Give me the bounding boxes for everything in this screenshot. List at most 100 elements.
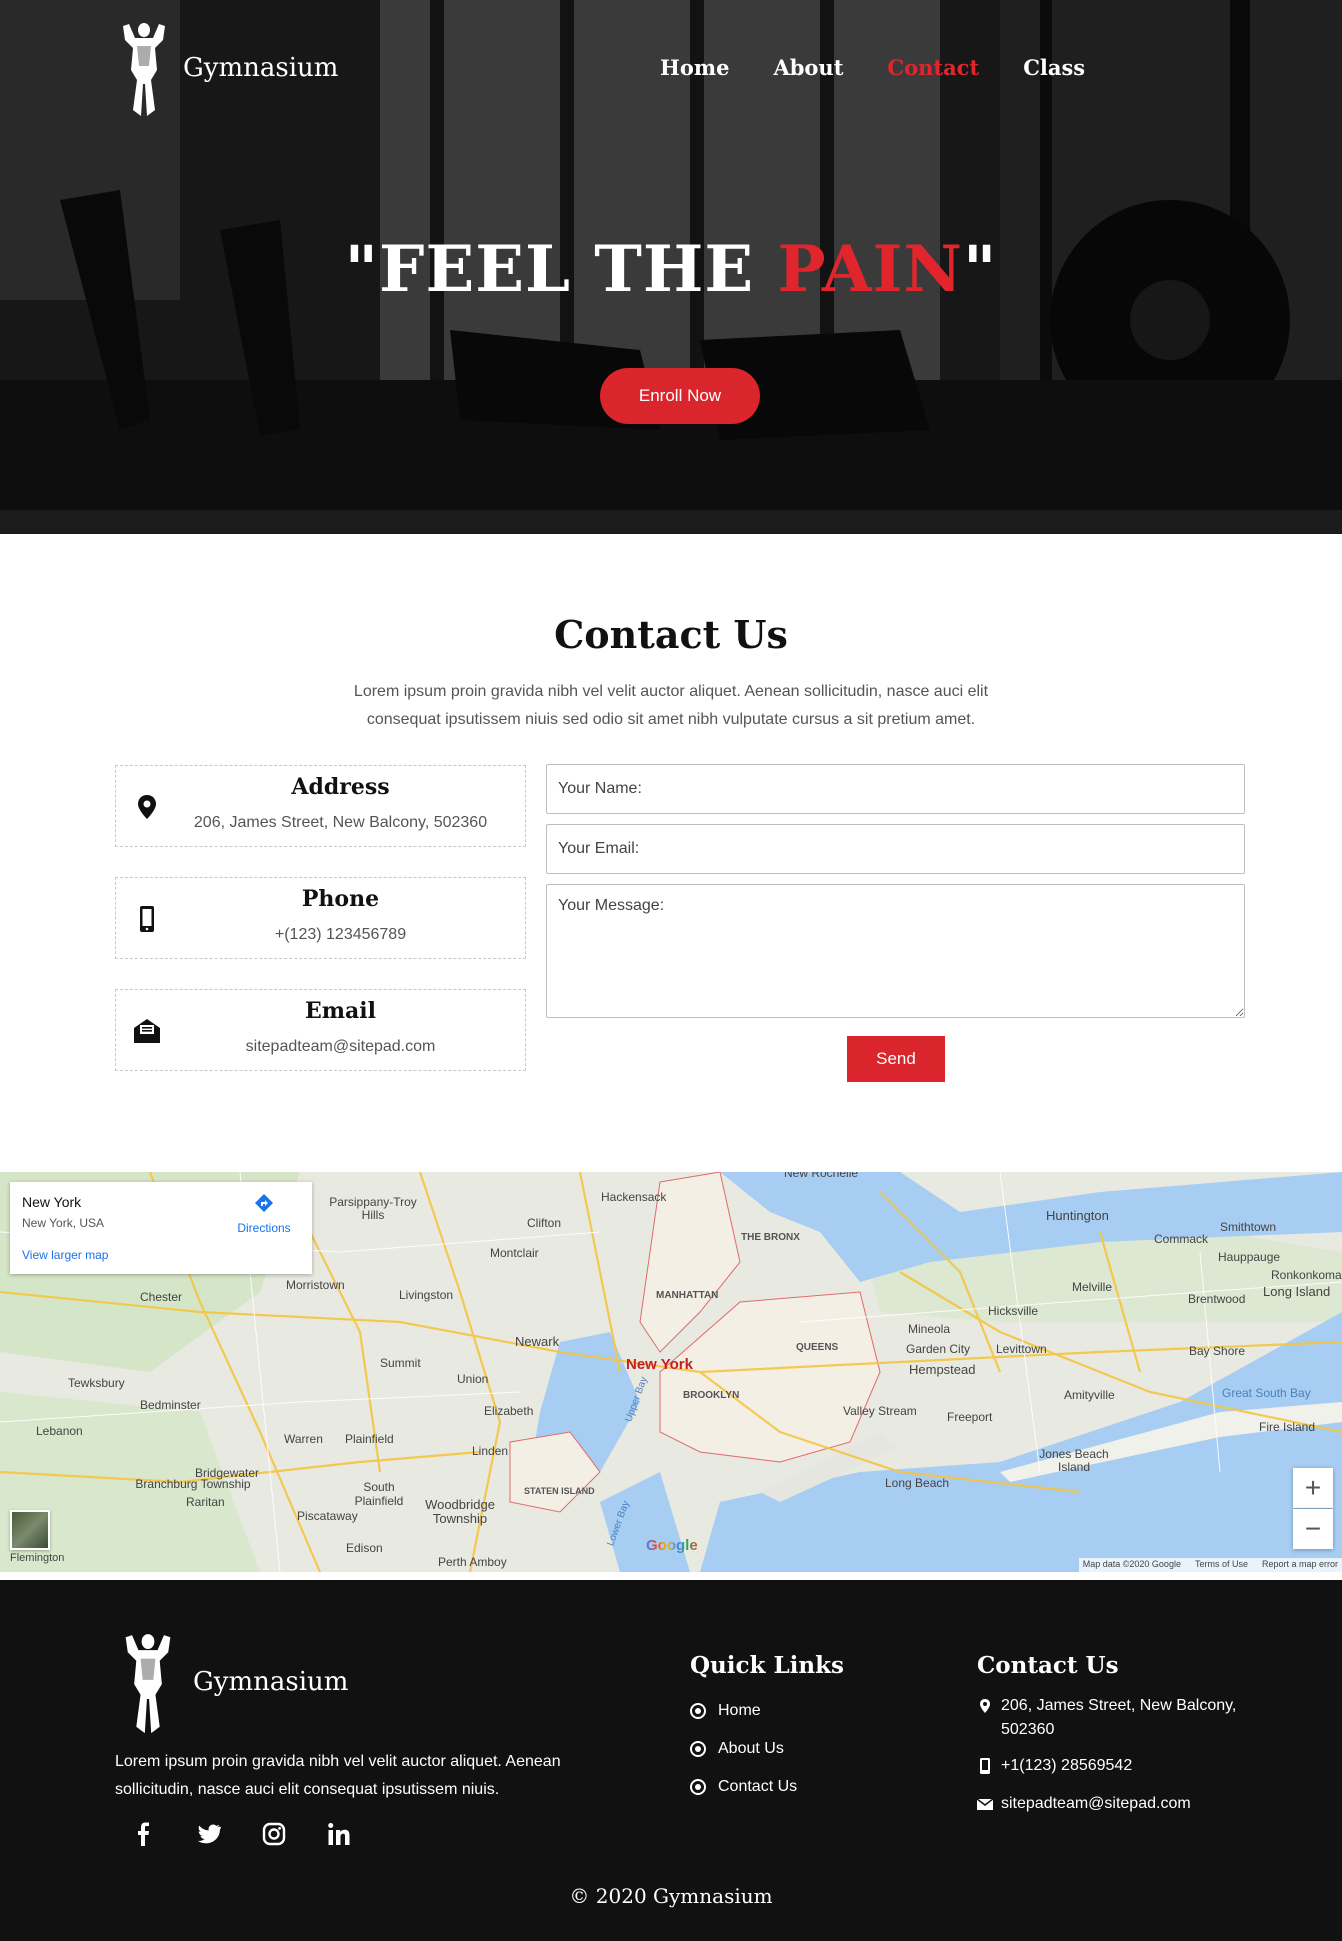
terms-link[interactable]: Terms of Use [1195, 1559, 1248, 1571]
map-label: Freeport [947, 1410, 993, 1424]
map-label: Newark [515, 1334, 560, 1349]
headline-accent: PAIN [777, 232, 963, 307]
twitter-icon[interactable] [197, 1822, 221, 1846]
map-label: Garden City [906, 1342, 971, 1356]
nav-about[interactable]: About [773, 56, 843, 80]
address-card: Address 206, James Street, New Balcony, … [115, 765, 526, 847]
map-label: Lebanon [36, 1424, 83, 1438]
map-label: Branchburg Township [135, 1477, 251, 1491]
contact-title: Contact Us [554, 612, 788, 657]
map-label: Valley Stream [843, 1404, 917, 1418]
bodybuilder-logo-icon [125, 1634, 171, 1734]
contact-description: Lorem ipsum proin gravida nibh vel velit… [353, 683, 989, 728]
footer-link-home[interactable]: Home [690, 1702, 761, 1720]
phone-title: Phone [301, 886, 380, 912]
map-label: Levittown [996, 1342, 1047, 1356]
footer-logo[interactable]: Gymnasium [115, 1628, 348, 1736]
map-label: Perth Amboy [438, 1555, 507, 1569]
map-zoom-out-button[interactable]: − [1293, 1509, 1333, 1549]
phone-icon [980, 1758, 990, 1774]
email-title: Email [304, 998, 377, 1024]
header-logo[interactable]: Gymnasium [113, 18, 338, 118]
name-input[interactable] [546, 764, 1245, 814]
map-label: Morristown [286, 1278, 345, 1292]
hero-section: Gymnasium Home About Contact Class "FEEL… [0, 0, 1342, 534]
footer-link-about[interactable]: About Us [690, 1740, 784, 1758]
footer: Gymnasium Lorem ipsum proin gravida nibh… [0, 1580, 1342, 1941]
address-title: Address [291, 774, 390, 800]
email-card: Email sitepadteam@sitepad.com [115, 989, 526, 1071]
map-label: Edison [346, 1541, 383, 1555]
map-label: Elizabeth [484, 1404, 534, 1418]
map-label: Hempstead [909, 1362, 976, 1377]
map-label: South Plainfield [354, 1480, 404, 1508]
view-larger-map-link[interactable]: View larger map [22, 1248, 108, 1262]
footer-link-label: Contact Us [718, 1778, 798, 1795]
map-label: Flemington [10, 1552, 65, 1564]
map-label: Huntington [1046, 1208, 1109, 1223]
google-map[interactable]: New York Newark Clifton Hackensack Montc… [0, 1172, 1342, 1572]
map-zoom-in-button[interactable]: + [1293, 1468, 1333, 1508]
map-label: Jones Beach Island [1039, 1447, 1109, 1474]
map-label: Mineola [908, 1322, 951, 1336]
map-pin-icon [980, 1699, 990, 1713]
envelope-icon [977, 1798, 993, 1810]
nav-class[interactable]: Class [1023, 56, 1085, 80]
footer-link-label: Home [718, 1702, 761, 1719]
footer-brand-name: Gymnasium [193, 1667, 349, 1697]
google-logo-text: Google [646, 1537, 698, 1554]
footer-address-text: 206, James Street, New Balcony, 502360 [1001, 1697, 1237, 1738]
bodybuilder-logo-icon [123, 23, 165, 116]
map-label: Montclair [490, 1246, 539, 1260]
map-label: New Rochelle [784, 1172, 859, 1180]
report-error-link[interactable]: Report a map error [1262, 1559, 1338, 1571]
map-label: BROOKLYN [683, 1390, 740, 1401]
map-label: Long Beach [885, 1476, 950, 1490]
map-label: Tewksbury [68, 1376, 125, 1390]
map-label: Smithtown [1220, 1220, 1277, 1234]
directions-icon [255, 1194, 273, 1212]
footer-email-text: sitepadteam@sitepad.com [1001, 1795, 1191, 1812]
message-textarea[interactable] [546, 884, 1245, 1018]
map-attribution: Map data ©2020 Google Terms of Use Repor… [1078, 1558, 1342, 1572]
map-label: Parsippany-Troy Hills [329, 1195, 417, 1222]
map-label: Linden [472, 1444, 509, 1458]
footer-address: 206, James Street, New Balcony, 502360 [977, 1694, 1277, 1742]
phone-card: Phone +(123) 123456789 [115, 877, 526, 959]
map-label: Fire Island [1259, 1420, 1316, 1434]
google-logo: Google [646, 1537, 698, 1554]
map-data-text: Map data ©2020 Google [1082, 1559, 1181, 1569]
instagram-icon[interactable] [262, 1822, 286, 1846]
map-label: Ronkonkoma [1271, 1268, 1342, 1282]
nav-contact[interactable]: Contact [887, 56, 979, 80]
map-label: QUEENS [796, 1342, 839, 1353]
send-button[interactable]: Send [847, 1036, 945, 1082]
enroll-now-button[interactable]: Enroll Now [600, 368, 760, 424]
map-label: Plainfield [345, 1432, 394, 1446]
map-label: Piscataway [297, 1509, 358, 1523]
address-value: 206, James Street, New Balcony, 502360 [193, 814, 488, 831]
map-satellite-toggle[interactable] [10, 1510, 50, 1550]
map-label: Summit [380, 1356, 421, 1370]
main-nav: Home About Contact Class [660, 56, 1129, 80]
directions-button[interactable]: Directions [234, 1192, 294, 1235]
nav-home[interactable]: Home [660, 56, 729, 80]
map-info-card: New York New York, USA View larger map D… [10, 1182, 312, 1274]
map-label: Commack [1154, 1232, 1209, 1246]
map-label: Woodbridge Township [425, 1497, 495, 1526]
headline-open: "FEEL THE [344, 232, 778, 307]
footer-link-contact[interactable]: Contact Us [690, 1778, 797, 1796]
footer-email: sitepadteam@sitepad.com [977, 1792, 1191, 1816]
hero-headline: "FEEL THE PAIN" [0, 232, 1342, 307]
phone-value: +(123) 123456789 [274, 926, 407, 943]
map-label: Raritan [186, 1495, 225, 1509]
footer-link-label: About Us [718, 1740, 784, 1757]
facebook-icon[interactable] [132, 1822, 156, 1846]
bullet-circle-icon [690, 1779, 706, 1795]
map-label: Hicksville [988, 1304, 1039, 1318]
map-label: Hauppauge [1218, 1250, 1281, 1264]
email-input[interactable] [546, 824, 1245, 874]
copyright: © 2020 Gymnasium [569, 1884, 773, 1908]
social-links [132, 1822, 392, 1846]
linkedin-icon[interactable] [327, 1822, 351, 1846]
